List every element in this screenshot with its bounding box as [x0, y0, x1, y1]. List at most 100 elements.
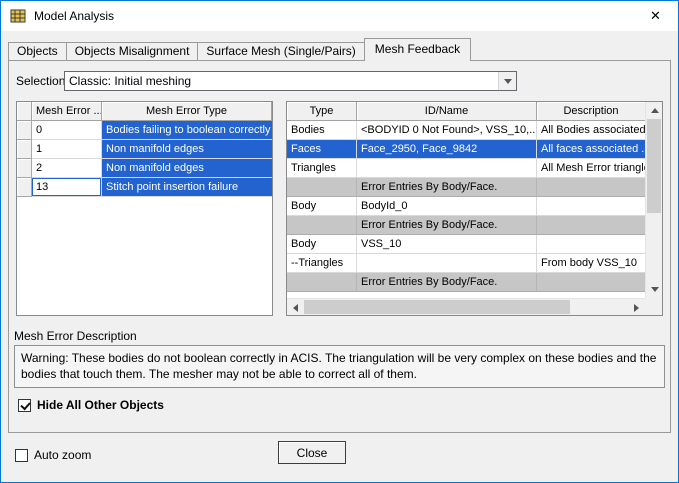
mesh-error-id-cell[interactable]: 1	[32, 140, 102, 159]
id-name-cell[interactable]: BodyId_0	[357, 197, 537, 216]
selection-dropdown[interactable]: Classic: Initial meshing	[64, 71, 517, 91]
description-cell[interactable]: All Mesh Error triangle.	[537, 159, 645, 178]
mesh-error-type-cell[interactable]: Stitch point insertion failure	[102, 178, 272, 197]
feedback-row[interactable]: Error Entries By Body/Face.	[287, 178, 645, 197]
header-description[interactable]: Description	[537, 102, 645, 121]
vertical-scrollbar[interactable]	[645, 102, 662, 298]
header-type[interactable]: Type	[287, 102, 357, 121]
id-name-cell[interactable]: Error Entries By Body/Face.	[357, 216, 537, 235]
description-cell[interactable]: All Bodies associated	[537, 121, 645, 140]
auto-zoom-checkbox[interactable]: Auto zoom	[15, 448, 91, 462]
mesh-error-id-cell[interactable]: 13	[32, 178, 102, 197]
type-cell[interactable]	[287, 216, 357, 235]
type-cell[interactable]: Triangles	[287, 159, 357, 178]
feedback-row[interactable]: Body BodyId_0	[287, 197, 645, 216]
mesh-error-type-cell[interactable]: Non manifold edges	[102, 159, 272, 178]
id-name-cell[interactable]: VSS_10	[357, 235, 537, 254]
header-id-name[interactable]: ID/Name	[357, 102, 537, 121]
feedback-row[interactable]: Error Entries By Body/Face.	[287, 273, 645, 292]
close-button[interactable]: Close	[278, 441, 346, 464]
scrollbar-corner	[645, 298, 662, 315]
app-icon	[10, 8, 26, 24]
type-cell[interactable]: --Triangles	[287, 254, 357, 273]
close-icon[interactable]: ✕	[633, 1, 678, 31]
mesh-error-description-text: Warning: These bodies do not boolean cor…	[14, 345, 665, 388]
description-cell[interactable]	[537, 178, 645, 197]
tab-mesh-feedback[interactable]: Mesh Feedback	[363, 38, 472, 61]
tab-objects[interactable]: Objects	[8, 42, 67, 60]
tab-surface-mesh[interactable]: Surface Mesh (Single/Pairs)	[197, 42, 365, 60]
header-mesh-error-type[interactable]: Mesh Error Type	[102, 102, 272, 121]
row-selector-cell[interactable]	[17, 159, 32, 178]
type-cell[interactable]: Body	[287, 197, 357, 216]
type-cell[interactable]: Body	[287, 235, 357, 254]
bottom-bar: Auto zoom Close	[9, 433, 670, 482]
id-name-cell[interactable]: Error Entries By Body/Face.	[357, 178, 537, 197]
id-name-cell[interactable]: <BODYID 0 Not Found>, VSS_10,...	[357, 121, 537, 140]
description-cell[interactable]	[537, 235, 645, 254]
description-cell[interactable]	[537, 197, 645, 216]
row-selector-cell[interactable]	[17, 140, 32, 159]
feedback-row[interactable]: Error Entries By Body/Face.	[287, 216, 645, 235]
vertical-scroll-thumb[interactable]	[647, 119, 661, 213]
selection-label: Selection:	[16, 74, 69, 88]
horizontal-scroll-track[interactable]	[304, 299, 628, 315]
feedback-row[interactable]: Bodies <BODYID 0 Not Found>, VSS_10,... Al…	[287, 121, 645, 140]
tab-objects-misalignment[interactable]: Objects Misalignment	[65, 42, 199, 60]
id-name-cell[interactable]	[357, 254, 537, 273]
type-cell[interactable]	[287, 178, 357, 197]
feedback-table-body: Bodies <BODYID 0 Not Found>, VSS_10,... Al…	[287, 121, 645, 292]
mesh-error-row[interactable]: 1 Non manifold edges	[17, 140, 272, 159]
type-cell[interactable]: Bodies	[287, 121, 357, 140]
mesh-error-type-cell[interactable]: Bodies failing to boolean correctly	[102, 121, 272, 140]
mesh-error-type-cell[interactable]: Non manifold edges	[102, 140, 272, 159]
type-cell[interactable]	[287, 273, 357, 292]
row-selector-cell[interactable]	[17, 121, 32, 140]
scroll-up-icon[interactable]	[646, 102, 662, 119]
title-bar: Model Analysis ✕	[1, 1, 678, 31]
feedback-table: Type ID/Name Description Bodies <BODYID 0…	[286, 101, 663, 316]
id-name-cell[interactable]	[357, 159, 537, 178]
horizontal-scrollbar[interactable]	[287, 298, 645, 315]
checkbox-checked-icon[interactable]	[18, 398, 31, 412]
feedback-row[interactable]: Triangles All Mesh Error triangle.	[287, 159, 645, 178]
window-title: Model Analysis	[34, 9, 115, 23]
feedback-row[interactable]: --Triangles From body VSS_10	[287, 254, 645, 273]
tab-strip: Objects Objects Misalignment Surface Mes…	[8, 38, 678, 61]
mesh-error-id-cell[interactable]: 0	[32, 121, 102, 140]
hide-all-other-objects-checkbox[interactable]: Hide All Other Objects	[18, 398, 164, 412]
chevron-down-icon[interactable]	[498, 72, 516, 90]
auto-zoom-label: Auto zoom	[34, 448, 92, 462]
tables-area: Mesh Error ... Mesh Error Type 0 Bodies f…	[16, 101, 663, 316]
header-selector-cell	[17, 102, 32, 121]
mesh-error-row[interactable]: 0 Bodies failing to boolean correctly	[17, 121, 272, 140]
mesh-error-id-cell[interactable]: 2	[32, 159, 102, 178]
mesh-error-row[interactable]: 13 Stitch point insertion failure	[17, 178, 272, 197]
scroll-down-icon[interactable]	[646, 281, 662, 298]
selection-row: Selection: Classic: Initial meshing	[16, 71, 517, 91]
id-name-cell[interactable]: Face_2950, Face_9842	[357, 140, 537, 159]
mesh-error-row[interactable]: 2 Non manifold edges	[17, 159, 272, 178]
mesh-error-table-header: Mesh Error ... Mesh Error Type	[17, 102, 272, 121]
feedback-row[interactable]: Faces Face_2950, Face_9842 All faces assoc…	[287, 140, 645, 159]
mesh-error-table: Mesh Error ... Mesh Error Type 0 Bodies f…	[16, 101, 273, 316]
row-selector-cell[interactable]	[17, 178, 32, 197]
scroll-right-icon[interactable]	[628, 299, 645, 315]
mesh-error-description-label: Mesh Error Description	[14, 329, 137, 343]
hide-all-other-objects-label: Hide All Other Objects	[37, 398, 164, 412]
feedback-table-header: Type ID/Name Description	[287, 102, 645, 121]
description-cell[interactable]: From body VSS_10	[537, 254, 645, 273]
description-cell[interactable]	[537, 216, 645, 235]
header-mesh-error-id[interactable]: Mesh Error ...	[32, 102, 102, 121]
description-cell[interactable]	[537, 273, 645, 292]
selection-value: Classic: Initial meshing	[69, 74, 192, 88]
mesh-error-table-body: 0 Bodies failing to boolean correctly 1 Non…	[17, 121, 272, 197]
vertical-scroll-track[interactable]	[646, 119, 662, 281]
feedback-row[interactable]: Body VSS_10	[287, 235, 645, 254]
scroll-left-icon[interactable]	[287, 299, 304, 315]
description-cell[interactable]: All faces associated ..	[537, 140, 645, 159]
id-name-cell[interactable]: Error Entries By Body/Face.	[357, 273, 537, 292]
type-cell[interactable]: Faces	[287, 140, 357, 159]
horizontal-scroll-thumb[interactable]	[304, 300, 570, 314]
checkbox-unchecked-icon[interactable]	[15, 448, 28, 462]
